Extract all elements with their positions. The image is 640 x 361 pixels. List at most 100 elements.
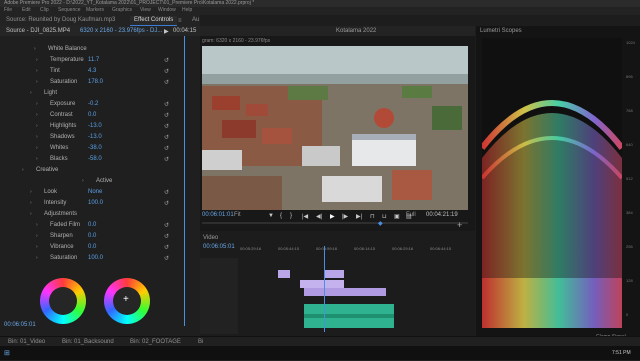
effect-row[interactable]: › Tint 4.3 ↺ — [0, 66, 185, 77]
effect-value[interactable]: 4.3 — [88, 68, 96, 74]
effect-value[interactable]: -0.2 — [88, 101, 98, 107]
disclosure-icon[interactable]: › — [36, 156, 38, 162]
effect-row[interactable]: › Look None ↺ — [0, 187, 185, 198]
reset-icon[interactable]: ↺ — [164, 200, 169, 207]
menu-sequence[interactable]: Sequence — [58, 7, 81, 13]
disclosure-icon[interactable]: › — [22, 167, 24, 173]
menu-file[interactable]: File — [4, 7, 12, 13]
disclosure-icon[interactable]: › — [36, 244, 38, 250]
disclosure-icon[interactable]: › — [30, 189, 32, 195]
camera-icon[interactable]: ▣ — [394, 213, 400, 220]
tab-audio[interactable]: Au — [188, 16, 203, 25]
add-button-icon[interactable]: + — [457, 220, 462, 230]
step-forward-icon[interactable]: |▶ — [342, 213, 348, 220]
effect-value[interactable]: 100.0 — [88, 255, 103, 261]
reset-icon[interactable]: ↺ — [164, 244, 169, 251]
effect-row[interactable]: › Saturation 178.0 ↺ — [0, 77, 185, 88]
menu-graphics[interactable]: Graphics — [112, 7, 132, 13]
effect-value[interactable]: 100.0 — [88, 200, 103, 206]
reset-icon[interactable]: ↺ — [164, 101, 169, 108]
reset-icon[interactable]: ↺ — [164, 57, 169, 64]
tab-source[interactable]: Source: Reunited by Doug Kaufman.mp3 — [2, 16, 119, 25]
effect-row[interactable]: › Creative — [0, 165, 185, 176]
effect-row[interactable]: › Sharpen 0.0 ↺ — [0, 231, 185, 242]
reset-icon[interactable]: ↺ — [164, 145, 169, 152]
source-clip-name[interactable]: Source - DJI_0825.MP4 — [6, 28, 70, 34]
lift-icon[interactable]: ⊓ — [370, 213, 375, 220]
button-editor-icon[interactable]: ▤ — [406, 213, 412, 220]
audio-clip[interactable] — [304, 304, 394, 328]
menu-edit[interactable]: Edit — [22, 7, 31, 13]
marker-icon[interactable]: ▼ — [268, 213, 274, 219]
effect-row[interactable]: › Highlights -13.0 ↺ — [0, 121, 185, 132]
tab-effect-controls[interactable]: Effect Controls — [130, 16, 178, 26]
reset-icon[interactable]: ↺ — [164, 134, 169, 141]
effect-value[interactable]: 11.7 — [88, 57, 99, 63]
disclosure-icon[interactable]: › — [36, 68, 38, 74]
menu-icon[interactable]: ≡ — [178, 18, 182, 24]
goto-out-icon[interactable]: ▶| — [356, 213, 362, 220]
reset-icon[interactable]: ↺ — [164, 79, 169, 86]
reset-icon[interactable]: ↺ — [164, 222, 169, 229]
video-clip[interactable] — [304, 288, 386, 296]
disclosure-icon[interactable]: › — [36, 112, 38, 118]
disclosure-icon[interactable]: › — [36, 222, 38, 228]
play-icon[interactable]: ▶ — [164, 28, 169, 35]
menu-window[interactable]: Window — [158, 7, 176, 13]
extract-icon[interactable]: ⊔ — [382, 213, 387, 220]
disclosure-icon[interactable]: › — [30, 90, 32, 96]
effect-row[interactable]: › Blacks -58.0 ↺ — [0, 154, 185, 165]
effect-value[interactable]: 0.0 — [88, 244, 96, 250]
menu-help[interactable]: Help — [182, 7, 192, 13]
sequence-name[interactable]: 6320 x 2160 - 23.976fps - DJ... — [80, 28, 162, 34]
reset-icon[interactable]: ↺ — [164, 233, 169, 240]
effect-row[interactable]: › Light — [0, 88, 185, 99]
effect-row[interactable]: › Whites -38.0 ↺ — [0, 143, 185, 154]
disclosure-icon[interactable]: › — [36, 79, 38, 85]
video-clip[interactable] — [324, 270, 344, 278]
effect-row[interactable]: › Shadows -13.0 ↺ — [0, 132, 185, 143]
effect-row[interactable]: › Contrast 0.0 ↺ — [0, 110, 185, 121]
disclosure-icon[interactable]: › — [36, 255, 38, 261]
menu-clip[interactable]: Clip — [40, 7, 49, 13]
reset-icon[interactable]: ↺ — [164, 255, 169, 262]
effect-value[interactable]: -38.0 — [88, 145, 102, 151]
video-clip[interactable] — [300, 280, 344, 288]
effect-value[interactable]: -58.0 — [88, 156, 102, 162]
effect-value[interactable]: 178.0 — [88, 79, 103, 85]
mark-in-icon[interactable]: { — [280, 213, 282, 219]
effect-row[interactable]: › White Balance — [0, 44, 185, 55]
effect-row[interactable]: › Exposure -0.2 ↺ — [0, 99, 185, 110]
timeline-playhead[interactable] — [324, 246, 325, 332]
effect-value[interactable]: -13.0 — [88, 123, 102, 129]
effect-row[interactable]: › Intensity 100.0 ↺ — [0, 198, 185, 209]
effect-row[interactable]: › Temperature 11.7 ↺ — [0, 55, 185, 66]
mark-out-icon[interactable]: } — [290, 213, 292, 219]
effect-row[interactable]: › Faded Film 0.0 ↺ — [0, 220, 185, 231]
reset-icon[interactable]: ↺ — [164, 156, 169, 163]
disclosure-icon[interactable]: › — [36, 57, 38, 63]
play-button[interactable]: ▶ — [330, 213, 335, 220]
effect-value[interactable]: 0.0 — [88, 233, 96, 239]
effect-row[interactable]: › Active — [0, 176, 185, 187]
zoom-select[interactable]: Fit — [234, 212, 241, 218]
reset-icon[interactable]: ↺ — [164, 112, 169, 119]
disclosure-icon[interactable]: › — [82, 178, 84, 184]
video-clip[interactable] — [278, 270, 290, 278]
disclosure-icon[interactable]: › — [36, 145, 38, 151]
disclosure-icon[interactable]: › — [34, 46, 36, 52]
effect-row[interactable]: › Saturation 100.0 ↺ — [0, 253, 185, 264]
disclosure-icon[interactable]: › — [30, 200, 32, 206]
effect-row[interactable]: › Vibrance 0.0 ↺ — [0, 242, 185, 253]
disclosure-icon[interactable]: › — [36, 123, 38, 129]
disclosure-icon[interactable]: › — [36, 134, 38, 140]
effect-value[interactable]: 0.0 — [88, 112, 96, 118]
highlight-color-wheel[interactable]: + — [104, 278, 150, 324]
ec-playhead[interactable] — [184, 36, 185, 326]
disclosure-icon[interactable]: › — [30, 211, 32, 217]
effect-value[interactable]: -13.0 — [88, 134, 102, 140]
timeline-ruler[interactable]: 00:05:29:16 00:05:44:15 00:05:59:16 00:06:1… — [240, 246, 470, 256]
shadow-color-wheel[interactable] — [40, 278, 86, 324]
reset-icon[interactable]: ↺ — [164, 123, 169, 130]
step-back-icon[interactable]: ◀| — [316, 213, 322, 220]
